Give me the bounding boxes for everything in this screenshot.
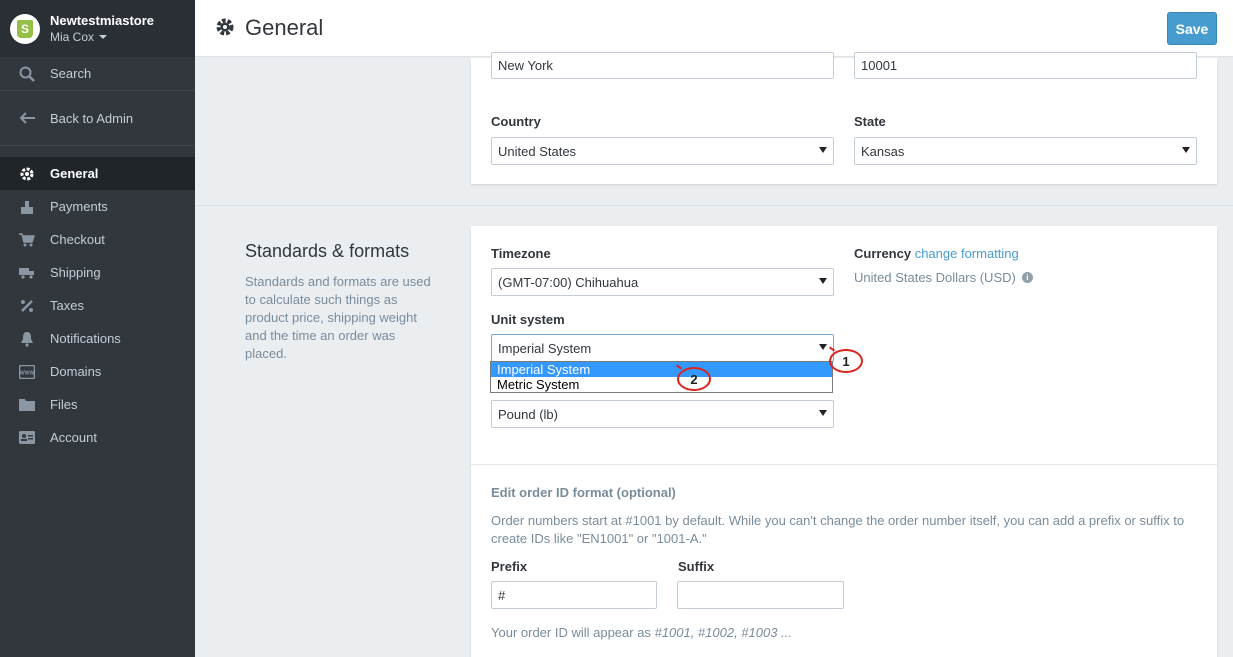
gear-icon [215, 17, 235, 40]
gear-icon [16, 166, 38, 182]
zip-input[interactable]: 10001 [854, 52, 1197, 79]
state-label: State [854, 114, 886, 129]
prefix-label: Prefix [491, 559, 528, 574]
sidebar-item-checkout[interactable]: Checkout [0, 223, 195, 256]
www-icon: WWW [16, 364, 38, 379]
dropdown-arrow-icon [1182, 147, 1190, 153]
prefix-input[interactable]: # [491, 581, 657, 609]
order-id-description: Order numbers start at #1001 by default.… [491, 513, 1185, 546]
standards-card: Timezone (GMT-07:00) Chihuahua Currency … [471, 226, 1217, 657]
sidebar-item-files[interactable]: Files [0, 388, 195, 421]
currency-label: Currency [854, 246, 912, 261]
annotation-marker-2: 2 [677, 367, 711, 391]
state-select[interactable]: Kansas [854, 137, 1197, 165]
city-input[interactable]: New York [491, 52, 834, 79]
dropdown-arrow-icon [819, 410, 827, 416]
standards-title: Standards & formats [245, 241, 410, 261]
sidebar-item-label: Checkout [50, 232, 105, 247]
sidebar-item-label: Taxes [50, 298, 84, 313]
bell-icon [16, 331, 38, 347]
sidebar-item-label: Account [50, 430, 97, 445]
sidebar-item-label: Payments [50, 199, 108, 214]
option-imperial-system[interactable]: Imperial System [491, 362, 832, 377]
card-separator [471, 464, 1217, 465]
store-switcher[interactable]: S Newtestmiastore Mia Cox [0, 0, 195, 57]
unit-system-value: Imperial System [498, 340, 592, 356]
page-header: General Save [195, 0, 1233, 57]
sidebar-item-general[interactable]: General [0, 157, 195, 190]
sidebar-item-shipping[interactable]: Shipping [0, 256, 195, 289]
cart-icon [16, 232, 38, 247]
page-title: General [245, 15, 324, 40]
timezone-select[interactable]: (GMT-07:00) Chihuahua [491, 268, 834, 296]
dropdown-arrow-icon [819, 147, 827, 153]
truck-icon [16, 267, 38, 279]
save-button[interactable]: Save [1167, 12, 1217, 45]
dropdown-arrow-icon [819, 344, 827, 350]
main-content: New York 10001 Country United States Sta… [195, 52, 1233, 657]
back-to-admin-link[interactable]: Back to Admin [0, 91, 195, 146]
standards-description: Standards and formats are used to calcul… [245, 274, 431, 361]
unit-system-select[interactable]: Imperial System [491, 334, 834, 362]
order-id-preview-text: Your order ID will appear as [491, 625, 655, 640]
change-formatting-link[interactable]: change formatting [915, 246, 1019, 261]
sidebar-item-label: Shipping [50, 265, 101, 280]
shopify-logo-icon: S [10, 13, 40, 44]
sidebar-item-label: Notifications [50, 331, 121, 346]
unit-system-label: Unit system [491, 312, 565, 327]
suffix-input[interactable] [677, 581, 844, 609]
user-name: Mia Cox [50, 29, 95, 44]
suffix-label: Suffix [678, 559, 715, 574]
sidebar-search-label: Search [50, 66, 92, 81]
caret-down-icon [99, 34, 108, 39]
sidebar-item-domains[interactable]: WWW Domains [0, 355, 195, 388]
sidebar-item-label: Files [50, 397, 78, 412]
country-value: United States [498, 143, 577, 159]
payments-icon [16, 199, 38, 215]
state-value: Kansas [861, 143, 905, 159]
sidebar-search[interactable]: Search [0, 57, 195, 90]
annotation-marker-1: 1 [829, 349, 863, 373]
unit-system-dropdown-list: Imperial System Metric System [490, 361, 833, 393]
sidebar-item-payments[interactable]: Payments [0, 190, 195, 223]
sidebar-item-label: Domains [50, 364, 102, 379]
order-id-preview: Your order ID will appear as #1001, #100… [491, 625, 792, 640]
sidebar-item-notifications[interactable]: Notifications [0, 322, 195, 355]
sidebar-item-label: General [50, 166, 99, 181]
section-divider [195, 205, 1233, 206]
timezone-label: Timezone [491, 246, 551, 261]
svg-text:WWW: WWW [20, 370, 34, 376]
country-select[interactable]: United States [491, 137, 834, 165]
order-id-title: Edit order ID format (optional) [491, 485, 676, 500]
currency-heading: Currency change formatting [854, 246, 1019, 261]
country-label: Country [491, 114, 541, 129]
store-name: Newtestmiastore [50, 12, 155, 28]
weight-unit-select[interactable]: Pound (lb) [491, 400, 834, 428]
timezone-value: (GMT-07:00) Chihuahua [498, 274, 639, 290]
option-metric-system[interactable]: Metric System [491, 377, 832, 392]
sidebar-item-account[interactable]: Account [0, 421, 195, 454]
dropdown-arrow-icon [819, 278, 827, 284]
currency-value-row: United States Dollars (USD) i [854, 270, 1033, 285]
weight-unit-value: Pound (lb) [498, 406, 558, 422]
percent-icon [16, 299, 38, 313]
back-to-admin-label: Back to Admin [50, 110, 134, 126]
store-user[interactable]: Mia Cox [50, 29, 154, 45]
info-icon[interactable]: i [1021, 272, 1033, 283]
folder-icon [16, 398, 38, 411]
search-icon [16, 66, 38, 82]
id-card-icon [16, 431, 38, 444]
order-id-preview-examples: #1001, #1002, #1003 ... [654, 625, 792, 640]
arrow-left-icon [16, 112, 38, 124]
sidebar: S Newtestmiastore Mia Cox Search Back to… [0, 0, 195, 657]
sidebar-item-taxes[interactable]: Taxes [0, 289, 195, 322]
currency-value: United States Dollars (USD) [854, 270, 1016, 285]
address-card: New York 10001 Country United States Sta… [471, 52, 1217, 184]
